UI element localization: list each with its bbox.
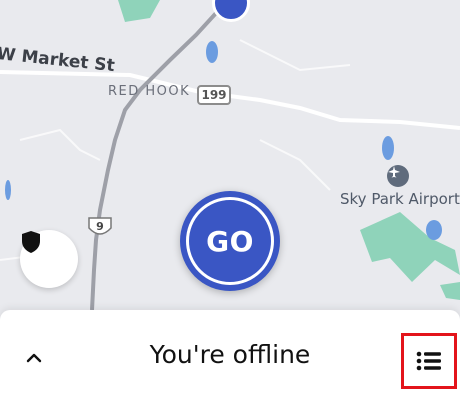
route-9-shield: 9 (87, 216, 113, 240)
list-icon (416, 351, 441, 371)
route-199-shield: 199 (197, 85, 231, 105)
status-bottom-sheet: You're offline (0, 310, 460, 407)
menu-button[interactable] (401, 333, 457, 389)
town-label: RED HOOK (108, 84, 191, 99)
map-view[interactable]: W Market St RED HOOK 199 9 Sky Park Airp… (0, 0, 460, 310)
airport-icon (387, 165, 409, 187)
water-body (206, 41, 218, 63)
airport-label: Sky Park Airport (340, 190, 460, 208)
water-body (5, 180, 11, 200)
go-button-inner[interactable]: GO (186, 197, 274, 285)
safety-toolkit-button[interactable] (20, 230, 78, 288)
offline-status-title: You're offline (149, 340, 311, 369)
go-label: GO (206, 224, 254, 258)
water-body (382, 136, 394, 160)
go-button[interactable]: GO (180, 191, 280, 291)
route-9-label: 9 (96, 220, 104, 233)
water-body (426, 220, 442, 240)
shield-icon (22, 231, 40, 253)
